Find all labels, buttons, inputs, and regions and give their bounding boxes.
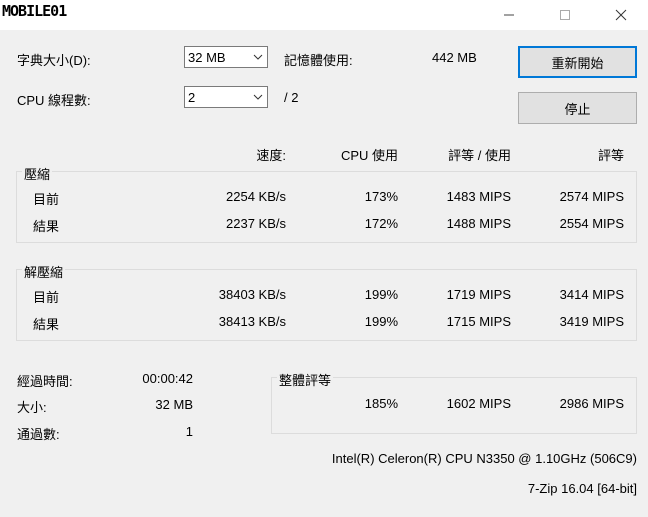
stop-button[interactable]: 停止 <box>518 92 637 124</box>
minimize-button[interactable] <box>486 0 532 30</box>
total-cpu: 185% <box>364 396 398 411</box>
col-rating-usage: 評等 / 使用 <box>448 148 511 163</box>
total-rating: 2986 MIPS <box>559 396 624 411</box>
decompress-result-speed: 38413 KB/s <box>218 314 286 329</box>
passes-value: 1 <box>185 424 193 439</box>
cpu-threads-label: CPU 線程數: <box>17 93 91 108</box>
decompress-current-speed: 38403 KB/s <box>218 287 286 302</box>
compress-current-rating: 2574 MIPS <box>559 189 624 204</box>
memory-usage-label: 記憶體使用: <box>284 53 353 68</box>
compress-current-label: 目前 <box>33 192 60 207</box>
col-rating: 評等 <box>597 148 624 163</box>
elapsed-time-value: 00:00:42 <box>142 371 193 386</box>
close-button[interactable] <box>598 0 644 30</box>
decompress-group-label: 解壓縮 <box>22 262 66 281</box>
close-icon <box>615 9 627 21</box>
memory-usage-value: 442 MB <box>432 50 477 65</box>
cpu-threads-value: 2 <box>188 89 196 105</box>
decompress-current-rating: 3414 MIPS <box>559 287 624 302</box>
compress-result-label: 結果 <box>33 219 60 234</box>
compress-current-cpu: 173% <box>364 189 398 204</box>
compress-result-speed: 2237 KB/s <box>226 216 286 231</box>
compress-result-rating-usage: 1488 MIPS <box>446 216 511 231</box>
version-label: 7-Zip 16.04 [64-bit] <box>527 481 637 496</box>
app-logo: MOBILE01 <box>2 2 67 20</box>
decompress-result-cpu: 199% <box>364 314 398 329</box>
compress-group-label: 壓縮 <box>22 164 53 183</box>
decompress-result-rating: 3419 MIPS <box>559 314 624 329</box>
decompress-group <box>16 269 637 341</box>
title-bar[interactable]: MOBILE01 <box>0 0 648 30</box>
decompress-current-label: 目前 <box>33 290 60 305</box>
elapsed-time-label: 經過時間: <box>17 374 73 389</box>
size-value: 32 MB <box>155 397 193 412</box>
decompress-current-cpu: 199% <box>364 287 398 302</box>
chevron-down-icon <box>249 47 267 67</box>
compress-result-cpu: 172% <box>364 216 398 231</box>
maximize-button[interactable] <box>542 0 588 30</box>
decompress-result-rating-usage: 1715 MIPS <box>446 314 511 329</box>
total-rating-usage: 1602 MIPS <box>446 396 511 411</box>
size-label: 大小: <box>17 400 47 415</box>
chevron-down-icon <box>249 87 267 107</box>
dict-size-select[interactable]: 32 MB <box>184 46 268 68</box>
compress-group <box>16 171 637 243</box>
decompress-current-rating-usage: 1719 MIPS <box>446 287 511 302</box>
decompress-result-label: 結果 <box>33 317 60 332</box>
compress-current-speed: 2254 KB/s <box>226 189 286 204</box>
passes-label: 通過數: <box>17 427 60 442</box>
dict-size-value: 32 MB <box>188 49 226 65</box>
cpu-threads-total: / 2 <box>284 90 299 105</box>
dict-size-label: 字典大小(D): <box>17 53 91 68</box>
maximize-icon <box>559 9 571 21</box>
cpu-threads-select[interactable]: 2 <box>184 86 268 108</box>
restart-button[interactable]: 重新開始 <box>518 46 637 78</box>
col-speed: 速度: <box>256 148 286 163</box>
cpu-name: Intel(R) Celeron(R) CPU N3350 @ 1.10GHz … <box>331 451 637 466</box>
compress-result-rating: 2554 MIPS <box>559 216 624 231</box>
col-cpu-usage: CPU 使用 <box>340 148 398 163</box>
compress-current-rating-usage: 1483 MIPS <box>446 189 511 204</box>
minimize-icon <box>503 9 515 21</box>
total-rating-label: 整體評等 <box>277 370 334 389</box>
